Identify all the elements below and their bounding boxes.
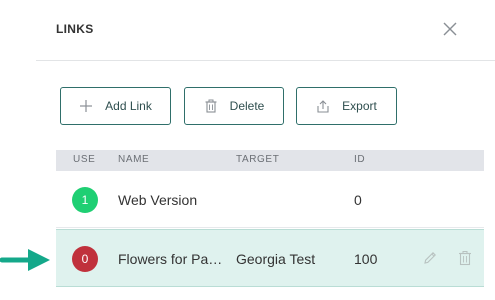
export-button[interactable]: Export [296,87,397,125]
link-id: 0 [354,192,362,208]
link-name: Flowers for Pa… [118,251,223,267]
export-icon [316,99,330,113]
column-header-target[interactable]: TARGET [236,154,279,165]
plus-icon [79,99,93,113]
column-header-id[interactable]: ID [354,154,365,165]
arrow-right-icon [0,246,52,274]
link-name: Web Version [118,192,198,208]
table-row[interactable]: 1 Web Version 0 [56,172,484,228]
use-status-badge[interactable]: 1 [72,187,98,213]
trash-icon [204,99,218,113]
link-id: 100 [354,251,378,267]
pencil-icon[interactable] [422,250,438,266]
add-link-button[interactable]: Add Link [60,87,171,125]
delete-button[interactable]: Delete [184,87,284,125]
close-button[interactable] [440,19,460,39]
use-status-badge[interactable]: 0 [72,246,98,272]
panel-header [36,0,495,61]
column-header-name[interactable]: NAME [118,154,149,165]
delete-label: Delete [229,99,265,113]
export-label: Export [342,99,377,113]
panel-title: LINKS [56,22,94,36]
trash-icon[interactable] [457,250,473,266]
column-header-use[interactable]: USE [73,154,95,165]
add-link-label: Add Link [105,99,152,113]
table-header: USE NAME TARGET ID [56,150,484,171]
table-row-selected[interactable]: 0 Flowers for Pa… Georgia Test 100 [56,229,484,287]
close-icon [440,19,460,39]
link-target: Georgia Test [236,251,316,267]
